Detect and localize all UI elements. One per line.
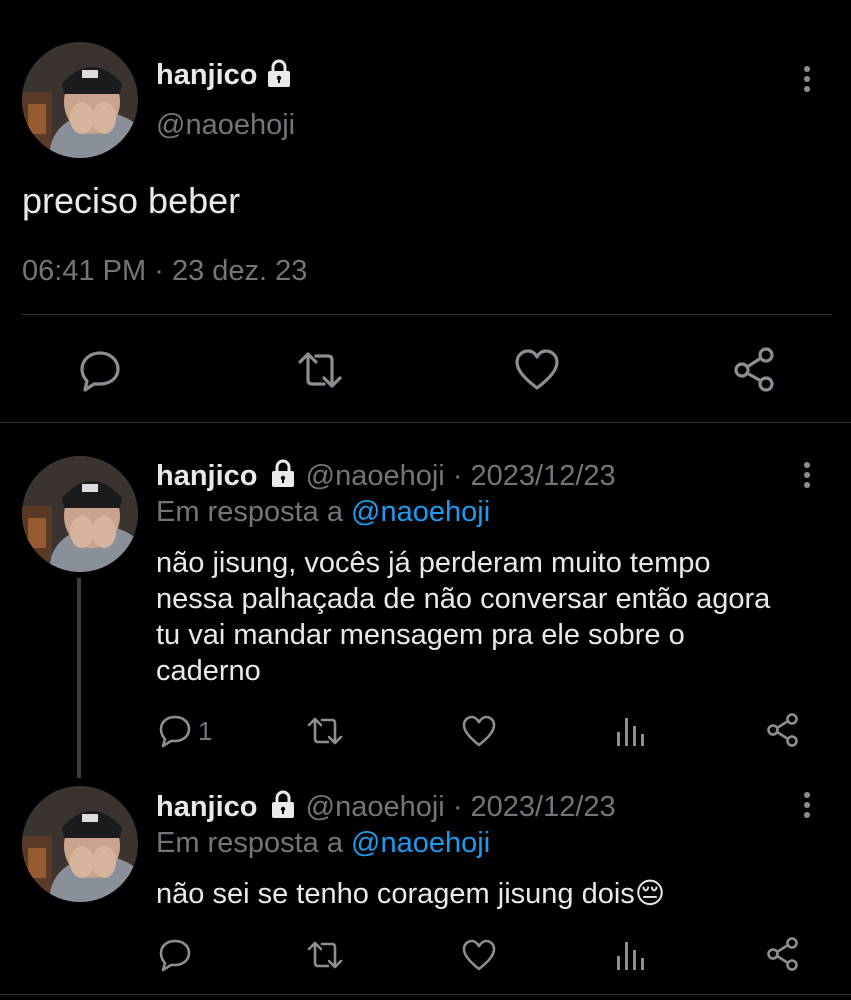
separator: · — [154, 255, 164, 287]
reply-text-line: não jisung, vocês já perderam muito temp… — [156, 547, 711, 579]
like-icon[interactable] — [461, 714, 497, 748]
reply-icon[interactable] — [78, 348, 122, 392]
reply-text-line: caderno — [156, 655, 261, 687]
reply-to: Em resposta a @naoehoji — [156, 495, 490, 529]
share-icon[interactable] — [765, 712, 801, 748]
share-icon[interactable] — [765, 936, 801, 972]
reply-to-label: Em resposta a — [156, 496, 343, 528]
separator: · — [452, 791, 463, 823]
like-icon[interactable] — [461, 938, 497, 972]
share-icon[interactable] — [732, 346, 778, 392]
tweet-text: preciso beber — [22, 180, 241, 221]
more-icon[interactable] — [803, 792, 811, 822]
reply-date[interactable]: 2023/12/23 — [471, 791, 616, 823]
section-divider — [0, 422, 851, 423]
like-icon[interactable] — [514, 348, 560, 392]
author-handle[interactable]: @naoehoji — [156, 108, 295, 142]
retweet-icon[interactable] — [296, 348, 344, 392]
author-name[interactable]: hanjico — [156, 58, 258, 92]
author-handle[interactable]: @naoehoji — [306, 460, 445, 492]
avatar[interactable] — [22, 786, 138, 902]
reply-header: hanjico @naoehoji · 2023/12/23 — [156, 789, 616, 824]
views-icon[interactable] — [614, 714, 646, 748]
author-handle[interactable]: @naoehoji — [306, 791, 445, 823]
reply-text: não sei se tenho coragem jisung dois😔 — [156, 876, 665, 912]
avatar[interactable] — [22, 42, 138, 158]
separator: · — [452, 460, 463, 492]
author-name[interactable]: hanjico — [156, 791, 258, 823]
lock-icon — [268, 458, 298, 488]
reply-count: 1 — [198, 716, 213, 746]
reply-to-handle[interactable]: @naoehoji — [351, 827, 490, 859]
divider — [22, 314, 832, 315]
reply-icon[interactable] — [158, 938, 192, 972]
avatar[interactable] — [22, 456, 138, 572]
more-icon[interactable] — [803, 462, 811, 492]
reply-text-line: nessa palhaçada de não conversar então a… — [156, 583, 771, 615]
reply-to: Em resposta a @naoehoji — [156, 826, 490, 860]
reply-text: não jisung, vocês já perderam muito temp… — [156, 545, 770, 689]
reply-to-label: Em resposta a — [156, 827, 343, 859]
more-icon[interactable] — [803, 66, 811, 96]
reply-icon[interactable] — [158, 714, 192, 748]
lock-icon — [268, 789, 298, 819]
lock-icon — [264, 58, 294, 88]
author-name[interactable]: hanjico — [156, 460, 258, 492]
reply-text-line: tu vai mandar mensagem pra ele sobre o — [156, 619, 685, 651]
views-icon[interactable] — [614, 938, 646, 972]
retweet-icon[interactable] — [306, 714, 344, 748]
reply-text-content: não sei se tenho coragem jisung dois — [156, 878, 635, 910]
retweet-icon[interactable] — [306, 938, 344, 972]
thread-line — [77, 578, 81, 778]
tweet-timestamp[interactable]: 06:41 PM · 23 dez. 23 — [22, 254, 307, 288]
reply-date[interactable]: 2023/12/23 — [471, 460, 616, 492]
tweet-date: 23 dez. 23 — [171, 255, 308, 287]
pensive-face-emoji: 😔 — [634, 878, 666, 910]
reply-to-handle[interactable]: @naoehoji — [351, 496, 490, 528]
bottom-divider — [0, 994, 851, 995]
tweet-time: 06:41 PM — [22, 255, 147, 287]
reply-header: hanjico @naoehoji · 2023/12/23 — [156, 458, 616, 493]
